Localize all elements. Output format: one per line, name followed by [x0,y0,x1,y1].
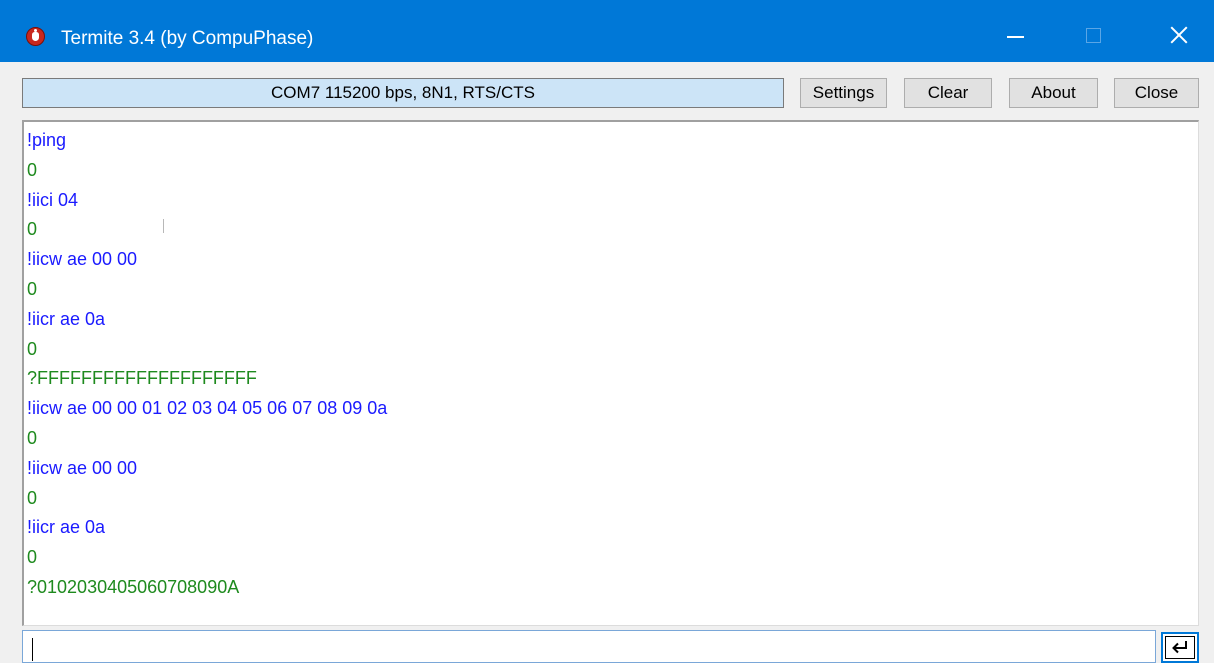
settings-button[interactable]: Settings [800,78,887,108]
terminal-line: 0 [27,488,38,508]
text-caret [32,638,33,661]
terminal-line: 0 [27,279,38,299]
port-status: COM7 115200 bps, 8N1, RTS/CTS [22,78,784,108]
window-close-button[interactable] [1153,8,1203,62]
terminal-line: 0 [27,219,38,239]
terminal-line: !iicw ae 00 00 [27,458,138,478]
terminal-line: 0 [27,428,38,448]
command-input[interactable] [22,630,1156,663]
clear-button[interactable]: Clear [904,78,992,108]
terminal-line: ?0102030405060708090A [27,577,240,597]
terminal-line: !iicw ae 00 00 [27,249,138,269]
terminal-line: 0 [27,547,38,567]
terminal-line: 0 [27,339,38,359]
maximize-button[interactable] [1072,8,1122,62]
title-bar[interactable]: Termite 3.4 (by CompuPhase) [0,0,1214,62]
terminal-line: !iicw ae 00 00 01 02 03 04 05 06 07 08 0… [27,398,388,418]
window-title: Termite 3.4 (by CompuPhase) [61,28,314,49]
terminal-line: !iicr ae 0a [27,517,106,537]
terminal-line: !iici 04 [27,190,79,210]
terminal-line: 0 [27,160,38,180]
terminal-line: !ping [27,130,67,150]
termite-bug-icon[interactable] [26,27,45,46]
enter-return-icon [1172,641,1187,654]
close-button[interactable]: Close [1114,78,1199,108]
mouse-cursor-icon [163,219,164,233]
termite-window: Termite 3.4 (by CompuPhase) COM7 115200 … [0,0,1214,663]
terminal-line: ?FFFFFFFFFFFFFFFFFFFF [27,368,257,388]
terminal-output[interactable]: !ping 0 !iici 04 0 !iicw ae 00 00 0 !iic… [22,120,1199,626]
minimize-button[interactable] [994,8,1044,62]
send-button[interactable] [1161,632,1199,663]
terminal-line: !iicr ae 0a [27,309,106,329]
about-button[interactable]: About [1009,78,1098,108]
